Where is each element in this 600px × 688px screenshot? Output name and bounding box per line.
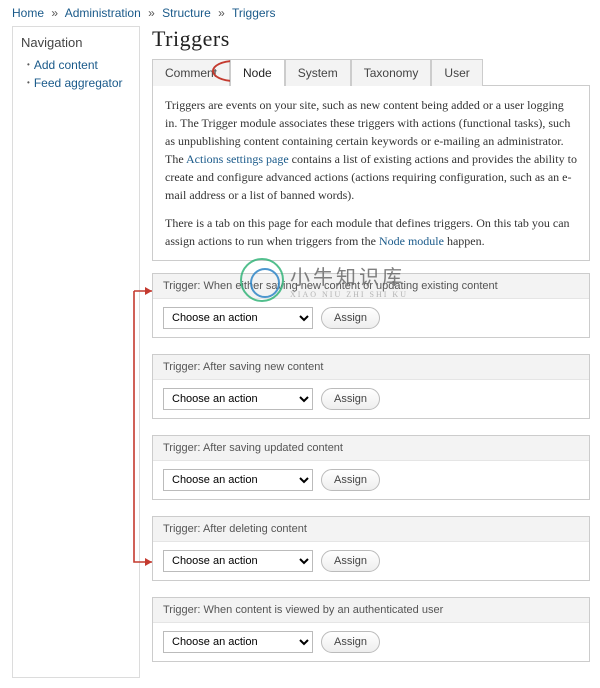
intro-text: Triggers are events on your site, such a… (152, 86, 590, 261)
trigger-block: Trigger: When either saving new content … (152, 273, 590, 338)
tabs: Comment Node System Taxonomy User (152, 58, 590, 86)
trigger-block: Trigger: After saving new contentChoose … (152, 354, 590, 419)
trigger-body: Choose an action Assign (153, 461, 589, 499)
tab-taxonomy[interactable]: Taxonomy (351, 59, 432, 86)
assign-button[interactable]: Assign (321, 307, 380, 329)
trigger-body: Choose an action Assign (153, 542, 589, 580)
tab-user[interactable]: User (431, 59, 482, 86)
action-select[interactable]: Choose an action (163, 550, 313, 572)
action-select[interactable]: Choose an action (163, 469, 313, 491)
assign-button[interactable]: Assign (321, 388, 380, 410)
sidebar-link[interactable]: Add content (34, 58, 98, 72)
sidebar-navigation: Navigation Add content Feed aggregator (12, 26, 140, 678)
node-module-link[interactable]: Node module (379, 234, 444, 248)
trigger-head: Trigger: After saving updated content (153, 436, 589, 461)
intro-text-part: happen. (444, 234, 485, 248)
breadcrumb-home[interactable]: Home (12, 6, 44, 20)
triggers-list: Trigger: When either saving new content … (152, 273, 590, 662)
trigger-body: Choose an action Assign (153, 623, 589, 661)
breadcrumb-structure[interactable]: Structure (162, 6, 211, 20)
assign-button[interactable]: Assign (321, 469, 380, 491)
assign-button[interactable]: Assign (321, 631, 380, 653)
breadcrumb-admin[interactable]: Administration (65, 6, 141, 20)
action-select[interactable]: Choose an action (163, 388, 313, 410)
trigger-head: Trigger: When content is viewed by an au… (153, 598, 589, 623)
tab-system[interactable]: System (285, 59, 351, 86)
main-content: Triggers Comment Node System Taxonomy Us… (152, 26, 590, 678)
tab-comment[interactable]: Comment (152, 59, 230, 86)
breadcrumb: Home » Administration » Structure » Trig… (0, 0, 600, 26)
action-select[interactable]: Choose an action (163, 307, 313, 329)
action-select[interactable]: Choose an action (163, 631, 313, 653)
sidebar-link[interactable]: Feed aggregator (34, 76, 123, 90)
tab-node[interactable]: Node (230, 59, 285, 86)
sidebar-item-feed-aggregator[interactable]: Feed aggregator (21, 74, 131, 92)
trigger-head: Trigger: After saving new content (153, 355, 589, 380)
trigger-block: Trigger: After saving updated contentCho… (152, 435, 590, 500)
trigger-head: Trigger: After deleting content (153, 517, 589, 542)
intro-text-part: There is a tab on this page for each mod… (165, 216, 570, 248)
trigger-head: Trigger: When either saving new content … (153, 274, 589, 299)
sidebar-item-add-content[interactable]: Add content (21, 56, 131, 74)
assign-button[interactable]: Assign (321, 550, 380, 572)
breadcrumb-sep: » (214, 6, 229, 20)
breadcrumb-sep: » (47, 6, 62, 20)
trigger-body: Choose an action Assign (153, 299, 589, 337)
trigger-block: Trigger: When content is viewed by an au… (152, 597, 590, 662)
breadcrumb-triggers[interactable]: Triggers (232, 6, 276, 20)
trigger-body: Choose an action Assign (153, 380, 589, 418)
actions-settings-link[interactable]: Actions settings page (186, 152, 289, 166)
page-title: Triggers (152, 26, 590, 52)
breadcrumb-sep: » (144, 6, 159, 20)
trigger-block: Trigger: After deleting contentChoose an… (152, 516, 590, 581)
sidebar-heading: Navigation (21, 35, 131, 50)
